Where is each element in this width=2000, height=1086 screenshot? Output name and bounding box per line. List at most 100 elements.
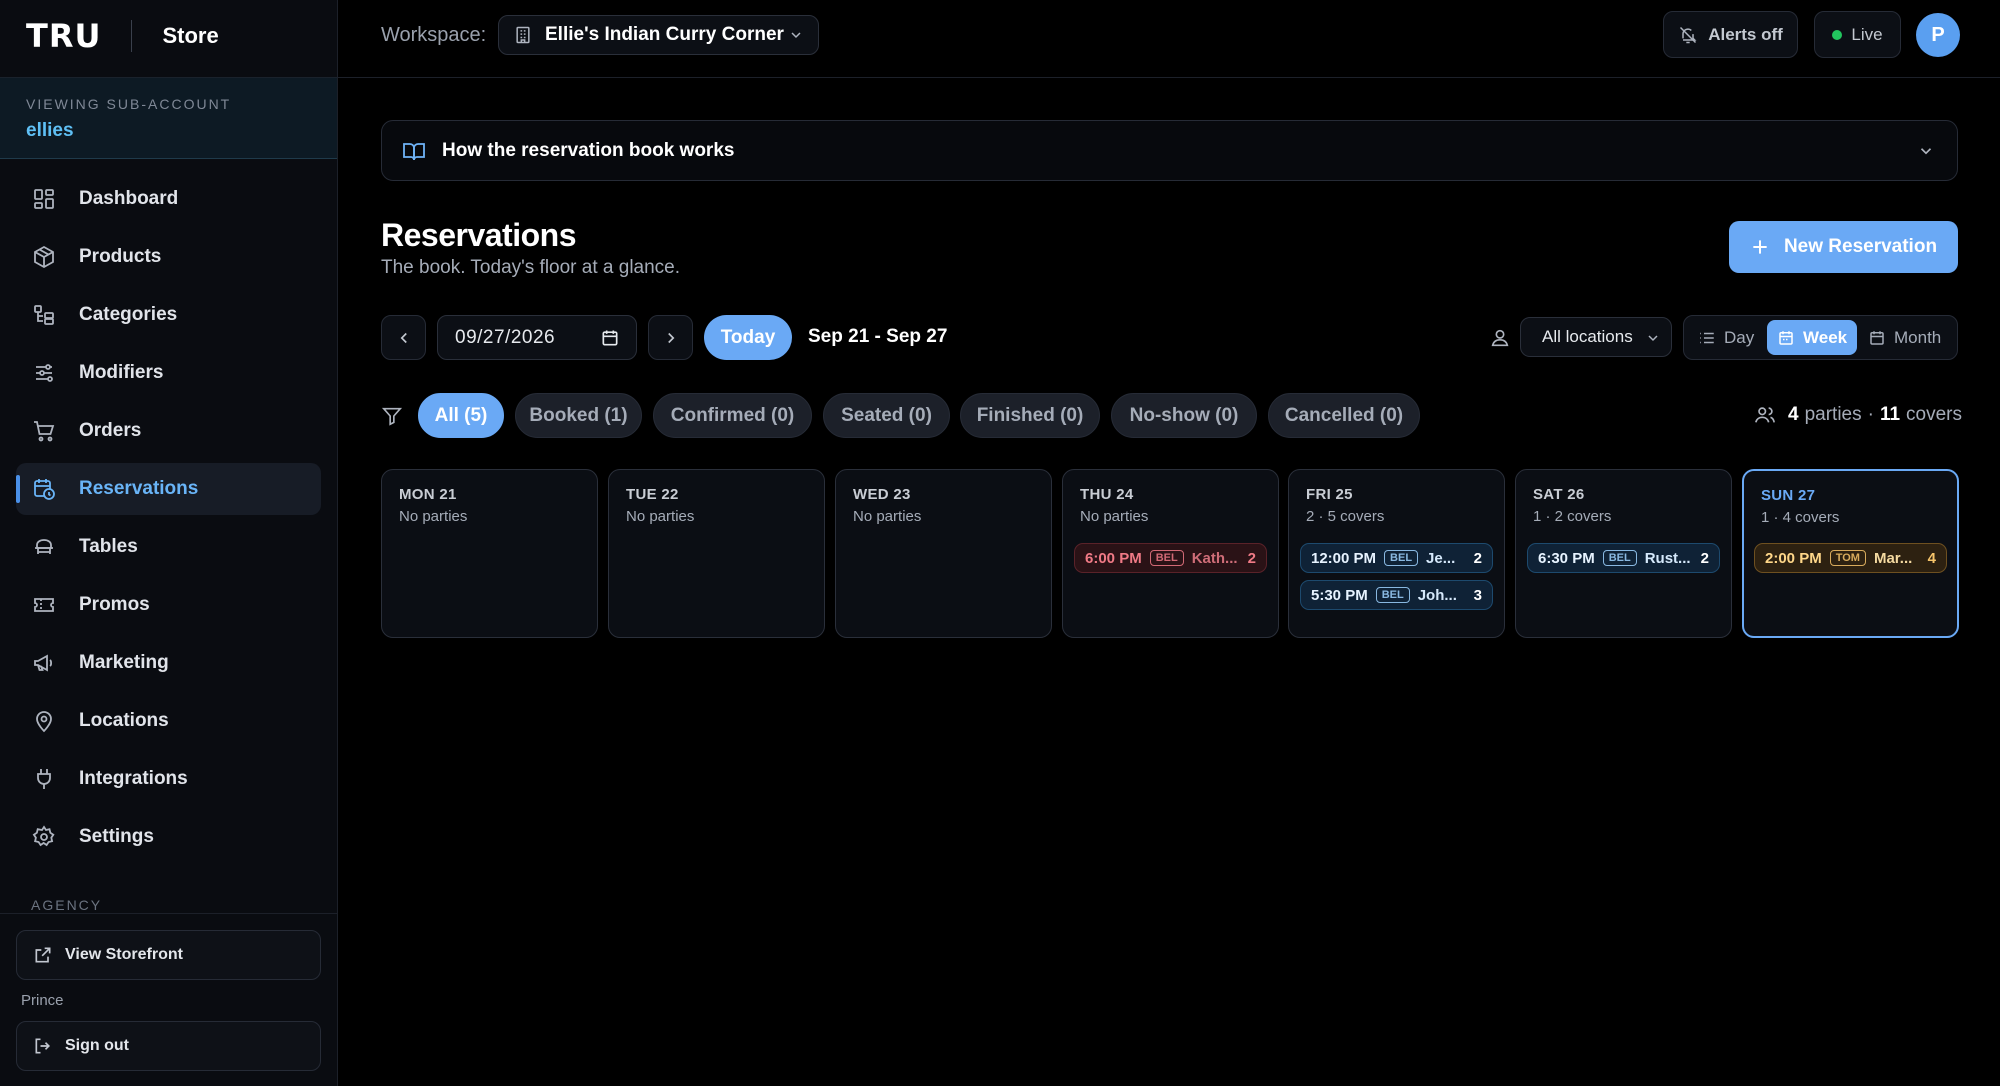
external-link-icon [33, 945, 53, 965]
brand-product: Store [162, 23, 219, 48]
filter-seated-chip[interactable]: Seated (0) [823, 393, 950, 438]
page-subtitle: The book. Today's floor at a glance. [381, 257, 681, 278]
day-card-fri[interactable]: FRI 25 2 · 5 covers 12:00 PM BEL Je... 2… [1288, 469, 1505, 638]
reservation-time: 5:30 PM [1311, 586, 1368, 604]
filter-no-show-chip[interactable]: No-show (0) [1111, 393, 1257, 438]
reservation-pill[interactable]: 6:30 PM BEL Rust... 2 [1527, 543, 1720, 573]
chevron-down-icon [1917, 142, 1935, 160]
workspace-select[interactable]: Ellie's Indian Curry Corner [498, 15, 819, 55]
calendar-icon[interactable] [600, 328, 620, 348]
workspace-label: Workspace: [381, 24, 487, 46]
alerts-toggle-button[interactable]: Alerts off [1663, 11, 1798, 58]
reservation-pill[interactable]: 12:00 PM BEL Je... 2 [1300, 543, 1493, 573]
sidebar-item-label: Promos [79, 594, 150, 615]
how-it-works-accordion[interactable]: How the reservation book works [381, 120, 1958, 181]
day-card-tue[interactable]: TUE 22 No parties [608, 469, 825, 638]
agency-section-label: AGENCY [31, 897, 103, 913]
sidebar-item-label: Orders [79, 420, 142, 441]
calendar-week-icon [1777, 329, 1795, 347]
day-name: FRI 25 [1306, 486, 1353, 503]
sidebar-item-marketing[interactable]: Marketing [16, 637, 321, 689]
view-storefront-button[interactable]: View Storefront [16, 930, 321, 980]
next-week-button[interactable] [648, 315, 693, 360]
previous-week-button[interactable] [381, 315, 426, 360]
date-picker-input[interactable]: 09/27/2026 [437, 315, 637, 360]
day-card-thu[interactable]: THU 24 No parties 6:00 PM BEL Kath... 2 [1062, 469, 1279, 638]
sidebar-item-modifiers[interactable]: Modifiers [16, 347, 321, 399]
summary-separator: · [1867, 404, 1874, 425]
sidebar-item-tables[interactable]: Tables [16, 521, 321, 573]
sidebar-item-reservations[interactable]: Reservations [16, 463, 321, 515]
today-button[interactable]: Today [704, 315, 792, 360]
reservation-party-size: 3 [1473, 586, 1482, 604]
sidebar-item-label: Products [79, 246, 162, 267]
new-reservation-button[interactable]: New Reservation [1729, 221, 1958, 273]
reservation-time: 2:00 PM [1765, 549, 1822, 567]
brand[interactable]: TRU Store [26, 17, 219, 55]
sidebar-item-integrations[interactable]: Integrations [16, 753, 321, 805]
chevron-down-icon [1645, 330, 1661, 346]
day-card-mon[interactable]: MON 21 No parties [381, 469, 598, 638]
sidebar-item-label: Locations [79, 710, 169, 731]
sidebar-item-label: Tables [79, 536, 138, 557]
reservation-guest: Je... [1426, 549, 1456, 567]
reservation-guest: Rust... [1644, 549, 1691, 567]
plus-icon [1750, 237, 1770, 257]
filter-icon [381, 405, 403, 427]
sidebar-item-categories[interactable]: Categories [16, 289, 321, 341]
sidebar-item-settings[interactable]: Settings [16, 811, 321, 863]
reservation-party-size: 2 [1700, 549, 1709, 567]
user-location-icon [1489, 327, 1511, 349]
filter-confirmed-chip[interactable]: Confirmed (0) [653, 393, 812, 438]
reservation-pill[interactable]: 2:00 PM TOM Mar... 4 [1754, 543, 1947, 573]
live-status-button[interactable]: Live [1814, 11, 1901, 58]
sign-out-label: Sign out [65, 1037, 129, 1054]
sidebar-item-label: Settings [79, 826, 154, 847]
brand-logo: TRU [26, 17, 102, 55]
subaccount-banner: VIEWING SUB-ACCOUNT ellies [0, 77, 337, 159]
sidebar-nav: Dashboard Products Categories Modifiers … [16, 173, 321, 869]
day-summary: 1 · 2 covers [1533, 508, 1612, 525]
calendar-clock-icon [32, 477, 56, 501]
sidebar-item-promos[interactable]: Promos [16, 579, 321, 631]
dashboard-icon [32, 187, 56, 211]
users-icon [1754, 404, 1776, 426]
sidebar-item-locations[interactable]: Locations [16, 695, 321, 747]
filter-all-chip[interactable]: All (5) [418, 393, 504, 438]
sidebar-item-products[interactable]: Products [16, 231, 321, 283]
day-card-sun-today[interactable]: SUN 27 1 · 4 covers 2:00 PM TOM Mar... 4 [1742, 469, 1959, 638]
view-storefront-label: View Storefront [65, 946, 183, 963]
reservation-guest: Kath... [1191, 549, 1238, 567]
sliders-icon [32, 361, 56, 385]
view-week-label: Week [1803, 327, 1848, 347]
filter-booked-chip[interactable]: Booked (1) [515, 393, 642, 438]
view-month-button[interactable]: Month [1858, 320, 1951, 355]
view-day-button[interactable]: Day [1688, 320, 1764, 355]
view-week-button[interactable]: Week [1767, 320, 1858, 355]
sidebar: TRU Store VIEWING SUB-ACCOUNT ellies Das… [0, 0, 338, 1086]
parties-label: parties [1804, 404, 1862, 425]
sign-out-button[interactable]: Sign out [16, 1021, 321, 1071]
location-select[interactable]: All locations [1520, 317, 1672, 357]
day-summary: No parties [626, 508, 695, 525]
filter-finished-chip[interactable]: Finished (0) [960, 393, 1100, 438]
sidebar-item-label: Marketing [79, 652, 169, 673]
parties-count: 4 [1788, 404, 1799, 425]
page-title: Reservations [381, 217, 576, 253]
alerts-label: Alerts off [1708, 24, 1783, 44]
user-name: Prince [21, 992, 64, 1009]
workspace-name: Ellie's Indian Curry Corner [545, 24, 784, 45]
day-card-sat[interactable]: SAT 26 1 · 2 covers 6:30 PM BEL Rust... … [1515, 469, 1732, 638]
day-summary: No parties [853, 508, 922, 525]
plug-icon [32, 767, 56, 791]
reservation-pill[interactable]: 5:30 PM BEL Joh... 3 [1300, 580, 1493, 610]
sidebar-item-dashboard[interactable]: Dashboard [16, 173, 321, 225]
sidebar-item-orders[interactable]: Orders [16, 405, 321, 457]
reservation-pill[interactable]: 6:00 PM BEL Kath... 2 [1074, 543, 1267, 573]
day-card-wed[interactable]: WED 23 No parties [835, 469, 1052, 638]
building-icon [513, 25, 533, 45]
reservation-location-tag: BEL [1149, 550, 1184, 566]
avatar[interactable]: P [1916, 13, 1960, 57]
filter-cancelled-chip[interactable]: Cancelled (0) [1268, 393, 1420, 438]
subaccount-label: VIEWING SUB-ACCOUNT [26, 96, 232, 112]
